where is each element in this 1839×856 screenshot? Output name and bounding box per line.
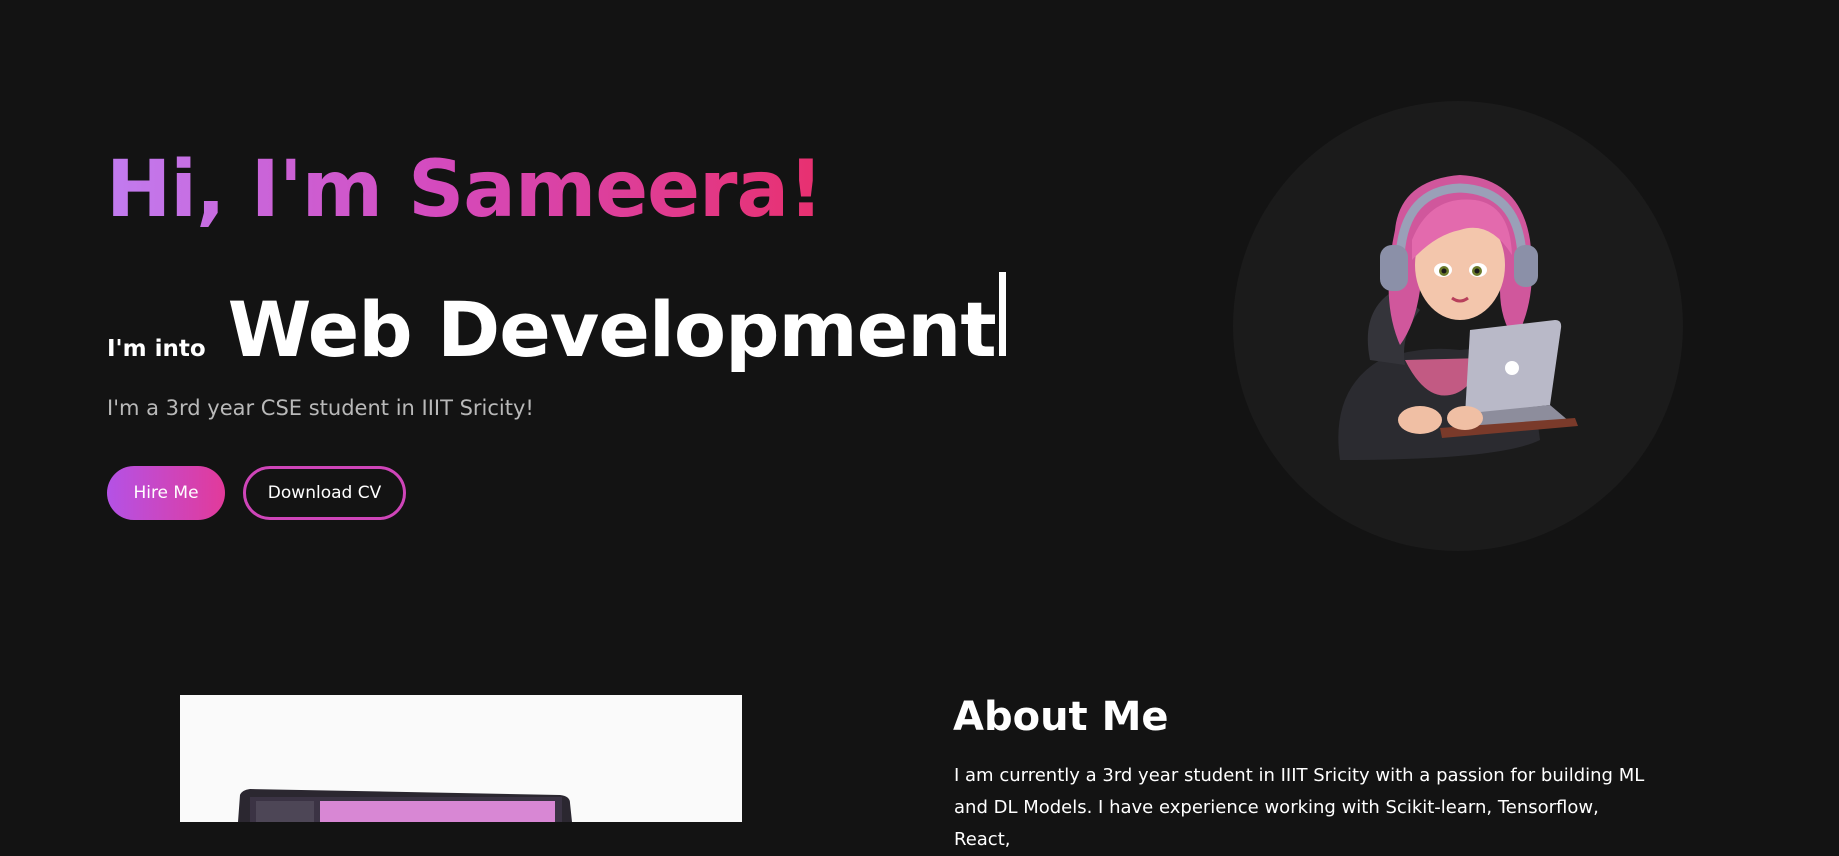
hero-buttons: Hire Me Download CV	[107, 466, 406, 520]
laptop-photo-icon	[180, 695, 742, 822]
hero-typed-row: I'm into Web Development	[107, 272, 1006, 374]
download-cv-button[interactable]: Download CV	[243, 466, 406, 520]
into-label: I'm into	[107, 336, 206, 362]
hero-subtitle: I'm a 3rd year CSE student in IIIT Srici…	[107, 396, 534, 420]
typed-role-text: Web Development	[227, 285, 997, 374]
hero-section: Hi, I'm Sameera! I'm into Web Developmen…	[0, 0, 1839, 640]
about-title: About Me	[953, 694, 1169, 740]
about-text: I am currently a 3rd year student in III…	[954, 765, 1645, 850]
about-image	[180, 695, 742, 822]
hire-me-button[interactable]: Hire Me	[107, 466, 225, 520]
hero-greeting: Hi, I'm Sameera!	[106, 145, 824, 235]
typing-cursor	[998, 272, 1006, 356]
avatar-illustration	[1338, 175, 1578, 460]
